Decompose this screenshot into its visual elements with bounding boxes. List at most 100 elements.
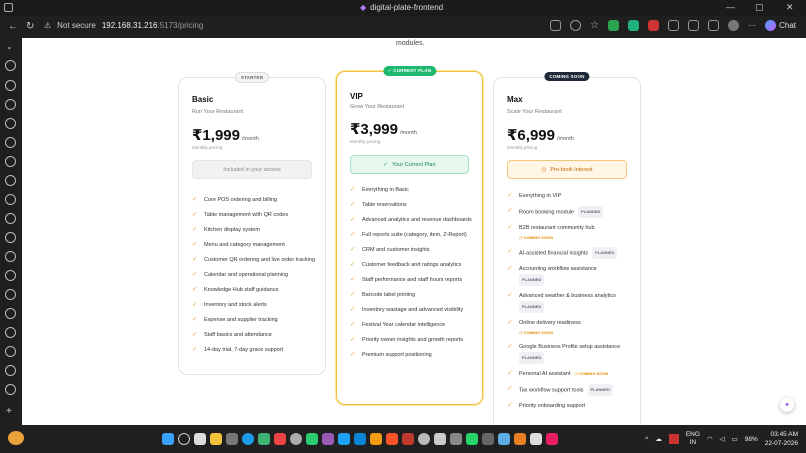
zoom-icon[interactable] xyxy=(570,20,582,31)
language-indicator[interactable]: ENG IN xyxy=(686,431,700,447)
price-amount: ₹1,999 xyxy=(192,127,240,144)
app-icon[interactable] xyxy=(530,433,542,445)
check-icon: ✓ xyxy=(192,241,198,248)
refresh-icon[interactable]: ↻ xyxy=(26,21,34,32)
minimize-icon[interactable]: — xyxy=(726,2,735,12)
sidebar-tab-icon[interactable] xyxy=(5,80,16,91)
favorite-star-icon[interactable]: ☆ xyxy=(590,20,599,31)
check-icon: ✓ xyxy=(507,402,513,409)
puzzle-extension-icon[interactable] xyxy=(668,20,680,31)
url-field[interactable]: ⚠ Not secure 192.168.31.216 :5173/pricin… xyxy=(44,21,203,30)
app-icon[interactable] xyxy=(402,433,414,445)
app-icon[interactable] xyxy=(482,433,494,445)
back-icon[interactable]: ← xyxy=(8,21,18,32)
check-icon: ✓ xyxy=(350,306,356,313)
new-tab-icon[interactable]: + xyxy=(6,406,12,417)
shield-extension-icon[interactable] xyxy=(608,20,620,31)
app-icon[interactable] xyxy=(274,433,286,445)
weather-widget-icon[interactable] xyxy=(8,431,24,445)
volume-icon[interactable]: ◁ xyxy=(720,435,725,443)
red-extension-icon[interactable] xyxy=(648,20,660,31)
app-icon[interactable] xyxy=(418,433,430,445)
tab-title[interactable]: ◆ digital-plate-frontend xyxy=(360,3,443,12)
sidebar-tab-icon[interactable] xyxy=(5,118,16,129)
feature-text: Expense and supplier tracking xyxy=(204,317,278,323)
feature-list: ✓ Everything in Basic ✓ Table reservations… xyxy=(350,185,472,365)
sidebar-tab-icon[interactable] xyxy=(5,270,16,281)
billing-note: Monthly pricing xyxy=(507,145,538,150)
brave-icon[interactable] xyxy=(386,433,398,445)
check-icon: ✓ xyxy=(192,256,198,263)
sidebar-tab-icon[interactable] xyxy=(5,365,16,376)
list-item: ✓ AI-assisted financial insights PLANNED xyxy=(507,247,630,259)
pre-book-interest-button[interactable]: ◷ Pre-book Interest xyxy=(507,160,627,179)
sidebar-tab-icon[interactable] xyxy=(5,308,16,319)
battery-icon[interactable]: ▭ xyxy=(732,435,738,443)
check-icon: ✓ xyxy=(507,343,513,350)
vscode-icon[interactable] xyxy=(354,433,366,445)
sidebar-tab-icon[interactable] xyxy=(5,384,16,395)
list-item: ✓ B2B restaurant community hub ◷ COMING SO… xyxy=(507,223,630,242)
app-icon[interactable] xyxy=(322,433,334,445)
task-view-icon[interactable] xyxy=(194,433,206,445)
app-icon[interactable] xyxy=(338,433,350,445)
sidebar-tab-icon[interactable] xyxy=(5,99,16,110)
app-icon[interactable] xyxy=(498,433,510,445)
clock[interactable]: 03:45 AM 22-07-2026 xyxy=(765,430,798,448)
app-icon[interactable] xyxy=(306,433,318,445)
sidebar-tab-icon[interactable] xyxy=(5,137,16,148)
app-icon[interactable] xyxy=(290,433,302,445)
app-icon[interactable] xyxy=(546,433,558,445)
sidebar-tab-icon[interactable] xyxy=(5,232,16,243)
edge-browser-icon[interactable] xyxy=(242,433,254,445)
windows-start-icon[interactable] xyxy=(162,433,174,445)
app-icon[interactable] xyxy=(514,433,526,445)
app-icon[interactable] xyxy=(450,433,462,445)
profile-avatar-icon[interactable] xyxy=(728,20,740,31)
sidebar-tab-icon[interactable] xyxy=(5,175,16,186)
sidebar-tab-icon[interactable] xyxy=(5,289,16,300)
app-icon[interactable] xyxy=(226,433,238,445)
sidebar-tab-icon[interactable] xyxy=(5,156,16,167)
current-plan-button[interactable]: ✓ Your Current Plan xyxy=(350,155,469,174)
planned-tag: PLANNED xyxy=(592,247,618,259)
plan-price: ₹1,999 /month xyxy=(192,126,259,144)
whatsapp-icon[interactable] xyxy=(466,433,478,445)
favorites-icon[interactable] xyxy=(708,20,720,31)
sidebar-tab-icon[interactable] xyxy=(5,251,16,262)
sidebar-tab-icon[interactable] xyxy=(5,213,16,224)
check-icon: ✓ xyxy=(507,207,513,214)
maximize-icon[interactable]: ▢ xyxy=(755,2,764,13)
wifi-icon[interactable]: ◠ xyxy=(707,435,713,443)
feature-text: Table management with QR codes xyxy=(204,212,289,218)
app-icon[interactable] xyxy=(434,433,446,445)
cloud-icon[interactable]: ☁ xyxy=(655,435,662,443)
check-icon: ✓ xyxy=(350,321,356,328)
list-item: ✓ Core POS ordering and billing xyxy=(192,195,315,205)
search-icon[interactable] xyxy=(178,433,190,445)
list-item: ✓ CRM and customer insights xyxy=(350,245,472,255)
browser-sidebar: ⌄ + xyxy=(0,38,22,425)
adblock-extension-icon[interactable] xyxy=(628,20,640,31)
floating-assistant-button[interactable]: ✦ xyxy=(780,398,794,412)
feature-text: Core POS ordering and billing xyxy=(204,197,278,203)
included-access-button[interactable]: Included in your access xyxy=(192,160,312,179)
app-tray-icon[interactable] xyxy=(668,434,679,444)
more-menu-icon[interactable]: ··· xyxy=(748,21,756,30)
split-screen-icon[interactable] xyxy=(688,20,700,31)
sidebar-tab-icon[interactable] xyxy=(5,327,16,338)
copilot-chat-button[interactable]: Chat xyxy=(765,20,796,31)
chevron-up-icon[interactable]: ^ xyxy=(645,436,648,443)
sidebar-tab-icon[interactable] xyxy=(5,194,16,205)
file-explorer-icon[interactable] xyxy=(210,433,222,445)
key-icon[interactable] xyxy=(550,20,562,31)
app-icon[interactable] xyxy=(370,433,382,445)
list-item: ✓ 14-day trial, 7-day grace support xyxy=(192,345,315,355)
close-icon[interactable]: ✕ xyxy=(786,2,794,13)
toolbar-icons: ☆ ··· Chat xyxy=(550,20,796,31)
sidebar-tab-icon[interactable] xyxy=(5,346,16,357)
list-item: ✓ Kitchen display system xyxy=(192,225,315,235)
app-icon[interactable] xyxy=(258,433,270,445)
sidebar-collapse-icon[interactable]: ⌄ xyxy=(6,42,13,51)
sidebar-tab-icon[interactable] xyxy=(5,60,16,71)
